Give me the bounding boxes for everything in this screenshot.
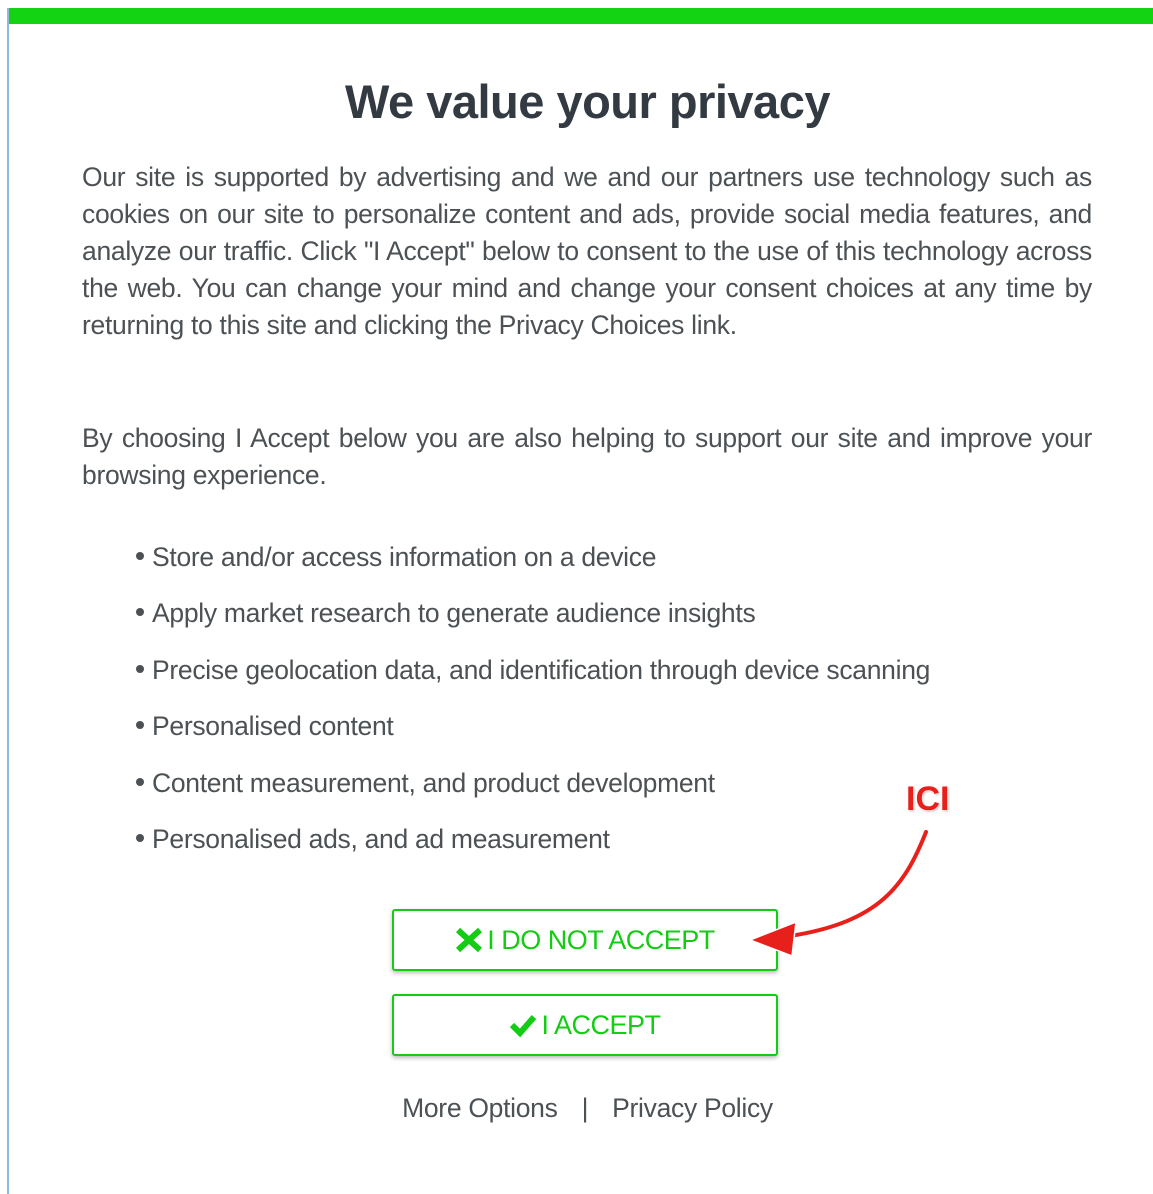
consent-description: Our site is supported by advertising and…	[82, 162, 1092, 340]
purpose-label: Personalised ads, and ad measurement	[152, 823, 610, 854]
purpose-label: Content measurement, and product develop…	[152, 767, 715, 798]
link-separator: |	[581, 1093, 589, 1123]
dialog-top-accent-bar	[7, 8, 1153, 24]
purpose-label: Apply market research to generate audien…	[152, 598, 756, 629]
purpose-label: Personalised content	[152, 711, 394, 742]
dialog-title: We value your privacy	[345, 75, 830, 128]
purpose-label: Precise geolocation data, and identifica…	[152, 654, 931, 685]
purpose-item: Store and/or access information on a dev…	[136, 538, 930, 594]
bullet-icon	[136, 721, 144, 730]
more-options-link[interactable]: More Options	[402, 1093, 558, 1123]
bullet-icon	[136, 552, 144, 560]
do-not-accept-button[interactable]: I DO NOT ACCEPT	[392, 909, 778, 971]
consent-dialog: We value your privacy Our site is suppor…	[0, 0, 1153, 1194]
do-not-accept-label: I DO NOT ACCEPT	[487, 924, 715, 955]
purpose-item: Precise geolocation data, and identifica…	[136, 651, 930, 707]
support-description: By choosing I Accept below you are also …	[82, 423, 1092, 490]
bullet-icon	[136, 608, 144, 617]
purpose-item: Personalised content	[136, 707, 930, 763]
purpose-item: Content measurement, and product develop…	[136, 764, 930, 820]
footer-links: More Options | Privacy Policy	[0, 1093, 1153, 1124]
accept-label: I ACCEPT	[541, 1009, 661, 1040]
bullet-icon	[136, 833, 144, 842]
bullet-icon	[136, 664, 144, 673]
privacy-policy-link[interactable]: Privacy Policy	[612, 1093, 773, 1123]
annotation-label: ICI	[906, 780, 950, 818]
accept-button[interactable]: I ACCEPT	[392, 994, 778, 1056]
purpose-item: Apply market research to generate audien…	[136, 594, 930, 650]
x-icon	[455, 927, 483, 953]
purpose-list: Store and/or access information on a dev…	[136, 538, 930, 876]
checkmark-icon	[509, 1013, 537, 1038]
purpose-label: Store and/or access information on a dev…	[152, 542, 657, 572]
bullet-icon	[136, 777, 144, 786]
dialog-left-border	[7, 8, 9, 1194]
purpose-item: Personalised ads, and ad measurement	[136, 820, 930, 876]
